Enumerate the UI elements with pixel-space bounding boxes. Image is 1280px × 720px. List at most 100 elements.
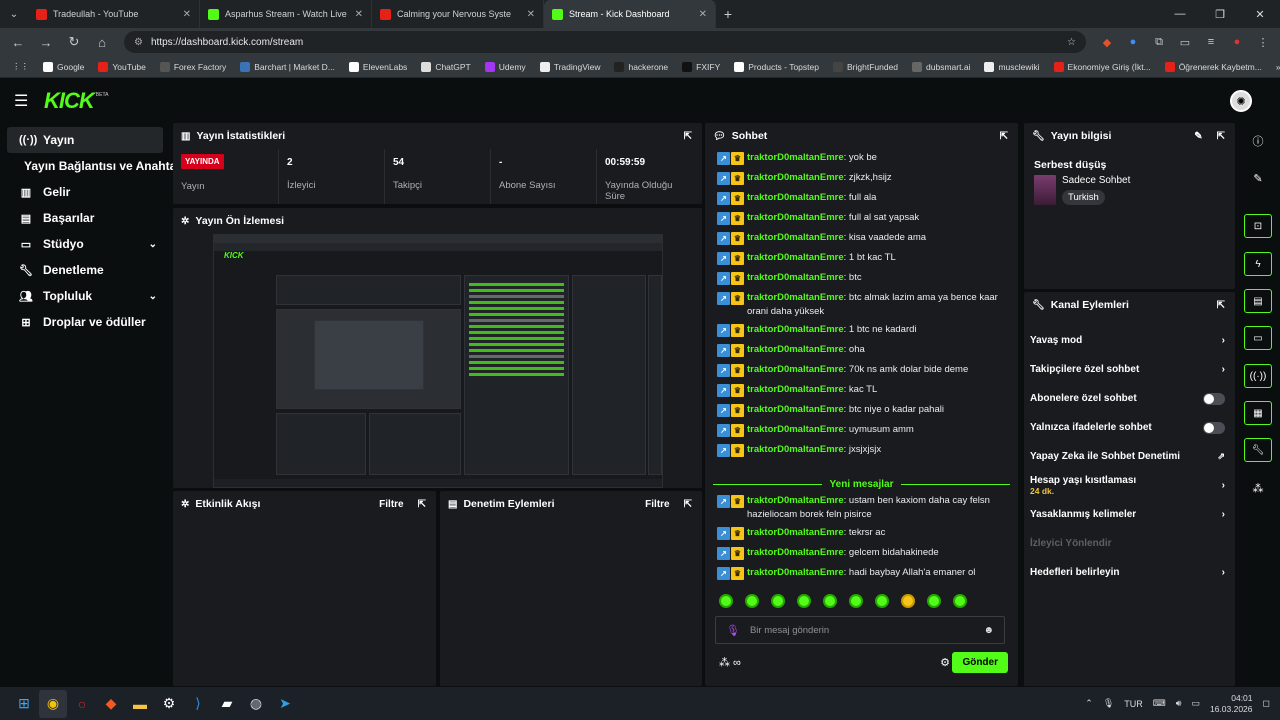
apps-icon[interactable]: ⋮⋮ bbox=[6, 61, 35, 72]
steam-icon[interactable]: ◍ bbox=[242, 690, 270, 718]
steam-alt-icon[interactable]: ⚙ bbox=[155, 690, 183, 718]
new-tab-button[interactable]: + bbox=[716, 6, 740, 22]
brave-shield-icon[interactable]: ◆ bbox=[1096, 36, 1118, 49]
bookmark[interactable]: Products - Topstep bbox=[728, 61, 825, 72]
sidebar-item-studyo[interactable]: ▭ Stüdyo ⌄ bbox=[7, 231, 163, 257]
site-info-icon[interactable]: ⚙ bbox=[134, 37, 143, 48]
close-window-icon[interactable]: ✕ bbox=[1240, 8, 1280, 21]
close-icon[interactable]: ✕ bbox=[355, 9, 363, 20]
tab-1[interactable]: Tradeullah - YouTube ✕ bbox=[28, 0, 200, 28]
volume-icon[interactable]: 🔊︎ bbox=[1176, 698, 1182, 709]
chat-input[interactable]: 🎙︎ Bir mesaj gönderin ☻ bbox=[715, 616, 1005, 644]
chevron-up-icon[interactable]: ⌃ bbox=[1085, 698, 1093, 709]
chat-username[interactable]: traktorD0maltanEmre bbox=[747, 404, 844, 415]
bookmark[interactable]: TradingView bbox=[534, 61, 607, 72]
chat-username[interactable]: traktorD0maltanEmre bbox=[747, 324, 844, 335]
lightning-icon[interactable]: ϟ bbox=[1244, 252, 1272, 276]
chat-username[interactable]: traktorD0maltanEmre bbox=[747, 252, 844, 263]
stream-preview[interactable]: KICK bbox=[213, 234, 663, 488]
opera-icon[interactable]: ○ bbox=[68, 690, 96, 718]
popout-icon[interactable]: ⇱ bbox=[1217, 300, 1225, 311]
chat-username[interactable]: traktorD0maltanEmre bbox=[747, 384, 844, 395]
edit-icon[interactable]: ✎ bbox=[1194, 131, 1202, 142]
chat-username[interactable]: traktorD0maltanEmre bbox=[747, 547, 844, 558]
battery-icon[interactable]: ▭ bbox=[1191, 698, 1200, 709]
reload-icon[interactable]: ↻ bbox=[62, 34, 86, 50]
slow-mode-action[interactable]: Yavaş mod › bbox=[1024, 326, 1235, 355]
chat-username[interactable]: traktorD0maltanEmre bbox=[747, 192, 844, 203]
sidebar-item-basarilar[interactable]: ▤ Başarılar bbox=[7, 205, 163, 231]
chat-username[interactable]: traktorD0maltanEmre bbox=[747, 567, 844, 578]
chat-username[interactable]: traktorD0maltanEmre bbox=[747, 272, 844, 283]
emote-icon[interactable] bbox=[927, 594, 941, 608]
menu-icon[interactable]: ⋮ bbox=[1252, 36, 1274, 49]
sidebar-item-topluluk[interactable]: 👥︎ Topluluk ⌄ bbox=[7, 283, 163, 309]
bookmark[interactable]: dubsmart.ai bbox=[906, 61, 976, 72]
sidebar-item-baglanti[interactable]: Yayın Bağlantısı ve Anahtarı bbox=[0, 153, 184, 179]
sidebar-icon[interactable]: ▭ bbox=[1174, 36, 1196, 49]
mic-tray-icon[interactable]: 🎙︎ bbox=[1103, 698, 1114, 709]
chat-username[interactable]: traktorD0maltanEmre bbox=[747, 495, 844, 506]
bookmark[interactable]: Ekonomiye Giriş (İkt... bbox=[1048, 61, 1157, 72]
set-goals-action[interactable]: Hedefleri belirleyin › bbox=[1024, 558, 1235, 587]
bookmark[interactable]: Barchart | Market D... bbox=[234, 61, 341, 72]
tradingview-icon[interactable]: ▰ bbox=[213, 690, 241, 718]
brave-icon[interactable]: ◆ bbox=[97, 690, 125, 718]
bookmark[interactable]: FXIFY bbox=[676, 61, 726, 72]
sidebar-item-denetleme[interactable]: 🔧︎ Denetleme bbox=[7, 257, 163, 283]
sidebar-item-gelir[interactable]: ▥ Gelir bbox=[7, 179, 163, 205]
chat-username[interactable]: traktorD0maltanEmre bbox=[747, 172, 844, 183]
tab-4[interactable]: Stream - Kick Dashboard ✕ bbox=[544, 0, 716, 28]
vpn-icon[interactable]: ● bbox=[1122, 36, 1144, 49]
extensions-icon[interactable]: ⧉ bbox=[1148, 36, 1170, 49]
bookmark[interactable]: Udemy bbox=[479, 61, 532, 72]
emote-icon[interactable] bbox=[719, 594, 733, 608]
avatar[interactable]: ✺ bbox=[1230, 90, 1252, 112]
bookmark[interactable]: hackerone bbox=[608, 61, 674, 72]
home-icon[interactable]: ⌂ bbox=[90, 35, 114, 50]
clipboard-icon[interactable]: ▤ bbox=[1244, 289, 1272, 313]
ai-moderation-action[interactable]: Yapay Zeka ile Sohbet Denetimi ⇗ bbox=[1024, 442, 1235, 471]
chat-username[interactable]: traktorD0maltanEmre bbox=[747, 152, 844, 163]
vscode-icon[interactable]: ⟩ bbox=[184, 690, 212, 718]
emote-icon[interactable] bbox=[797, 594, 811, 608]
edit-icon[interactable]: ✎ bbox=[1244, 166, 1272, 190]
more-bookmarks-icon[interactable]: » bbox=[1270, 62, 1280, 72]
screenshot-icon[interactable]: ⊡ bbox=[1244, 214, 1272, 238]
emote-icon[interactable] bbox=[849, 594, 863, 608]
chat-username[interactable]: traktorD0maltanEmre bbox=[747, 424, 844, 435]
bookmark[interactable]: Google bbox=[37, 61, 90, 72]
tab-3[interactable]: Calming your Nervous Syste ✕ bbox=[372, 0, 544, 28]
bookmark[interactable]: Öğrenerek Kaybetm... bbox=[1159, 61, 1268, 72]
media-icon[interactable]: ≡ bbox=[1200, 36, 1222, 49]
tab-search-icon[interactable]: ⌄ bbox=[0, 9, 28, 20]
popout-icon[interactable]: ⇱ bbox=[684, 131, 692, 142]
filter-button[interactable]: Filtre bbox=[379, 499, 403, 510]
send-button[interactable]: Gönder bbox=[952, 651, 1008, 673]
emote-icon[interactable] bbox=[745, 594, 759, 608]
close-icon[interactable]: ✕ bbox=[527, 9, 535, 20]
followers-only-action[interactable]: Takipçilere özel sohbet › bbox=[1024, 355, 1235, 384]
mic-icon[interactable]: 🎙︎ bbox=[726, 624, 740, 637]
broadcast-rail-icon[interactable]: ((·)) bbox=[1244, 364, 1272, 388]
chat-username[interactable]: traktorD0maltanEmre bbox=[747, 364, 844, 375]
folder-icon[interactable]: ▬ bbox=[126, 690, 154, 718]
emote-only-toggle[interactable] bbox=[1203, 421, 1225, 434]
restore-icon[interactable]: ❐ bbox=[1200, 8, 1240, 21]
sidebar-item-yayin[interactable]: ((·)) Yayın bbox=[7, 127, 163, 153]
gear-icon[interactable]: ⚙ bbox=[940, 656, 950, 669]
info-icon[interactable]: ⓘ bbox=[1244, 129, 1272, 153]
notification-icon[interactable]: ◻ bbox=[1263, 698, 1270, 709]
url-field[interactable]: ⚙ https://dashboard.kick.com/stream ☆ bbox=[124, 31, 1086, 53]
popout-icon[interactable]: ⇱ bbox=[1000, 131, 1008, 142]
clock[interactable]: 04:01 16.03.2026 bbox=[1210, 693, 1253, 715]
language-indicator[interactable]: TUR bbox=[1124, 699, 1143, 709]
telegram-icon[interactable]: ➤ bbox=[271, 690, 299, 718]
wrench-rail-icon[interactable]: 🔧︎ bbox=[1244, 438, 1272, 462]
chat-rail-icon[interactable]: ▭ bbox=[1244, 326, 1272, 350]
bookmark[interactable]: musclewiki bbox=[978, 61, 1045, 72]
emote-icon[interactable] bbox=[771, 594, 785, 608]
network-icon[interactable]: ⌨ bbox=[1153, 698, 1166, 709]
kicks-rail-icon[interactable]: ⁂ bbox=[1244, 476, 1272, 500]
emote-icon[interactable] bbox=[875, 594, 889, 608]
